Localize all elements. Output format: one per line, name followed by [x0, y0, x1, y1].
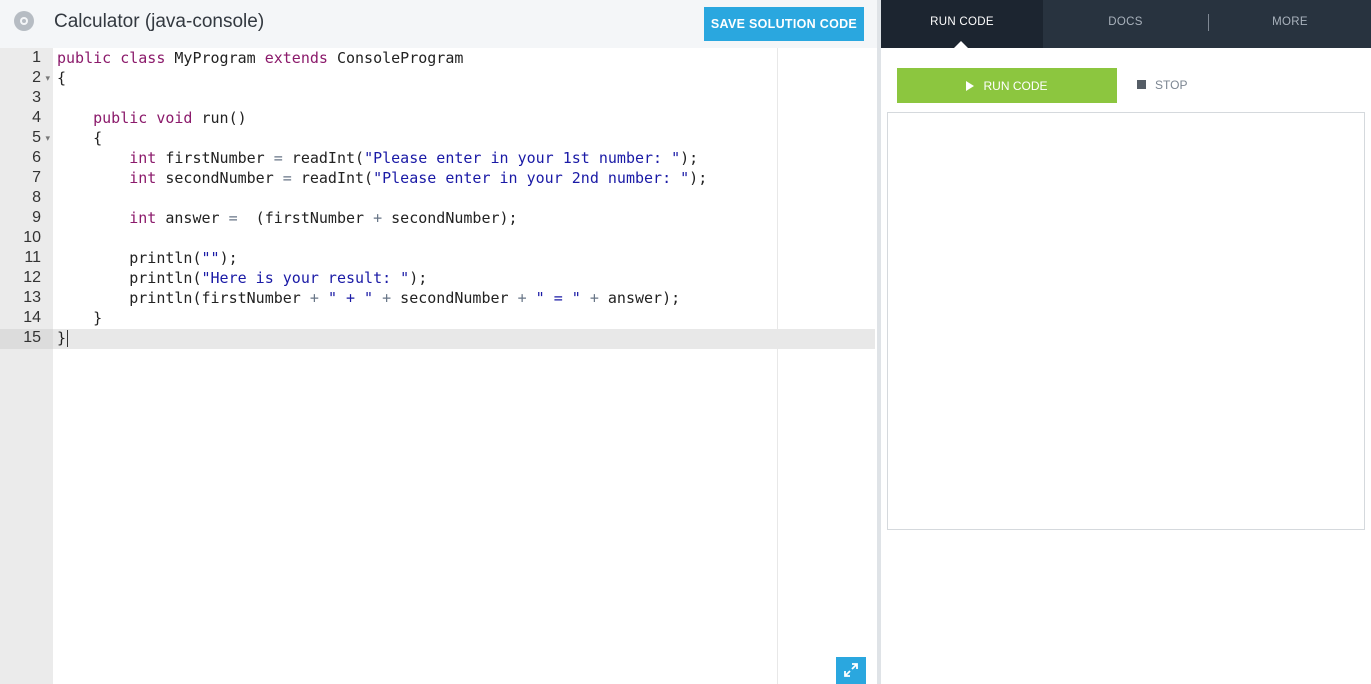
code-line[interactable]: println("Here is your result: "); [57, 268, 707, 288]
program-title: Calculator (java-console) [54, 11, 264, 33]
line-number: 13 [0, 288, 53, 308]
fold-arrow-icon[interactable]: ▾ [45, 68, 50, 88]
gear-icon[interactable] [14, 11, 34, 31]
code-line[interactable] [57, 228, 707, 248]
code-lines[interactable]: public class MyProgram extends ConsolePr… [57, 48, 707, 348]
play-icon [966, 81, 974, 91]
line-number: 14 [0, 308, 53, 328]
expand-editor-button[interactable] [836, 657, 866, 684]
run-code-label: RUN CODE [983, 79, 1047, 93]
print-margin [777, 48, 778, 684]
tab-bar: RUN CODE DOCS MORE [881, 0, 1371, 48]
line-number: 12 [0, 268, 53, 288]
line-number: 10 [0, 228, 53, 248]
code-line[interactable]: } [57, 328, 707, 348]
tab-more[interactable]: MORE [1209, 0, 1371, 48]
editor-header: Calculator (java-console) SAVE SOLUTION … [0, 0, 877, 48]
save-solution-code-button[interactable]: SAVE SOLUTION CODE [704, 7, 864, 41]
expand-arrows-icon [844, 663, 858, 677]
tab-docs[interactable]: DOCS [1043, 0, 1208, 48]
tab-run-code[interactable]: RUN CODE [881, 0, 1043, 48]
line-number: 9 [0, 208, 53, 228]
run-pane: RUN CODE DOCS MORE RUN CODE STOP [881, 0, 1371, 684]
code-line[interactable]: { [57, 68, 707, 88]
line-number: 2▾ [0, 68, 53, 88]
code-line[interactable]: println(firstNumber + " + " + secondNumb… [57, 288, 707, 308]
code-line[interactable]: println(""); [57, 248, 707, 268]
line-number: 15 [0, 328, 53, 348]
line-number: 6 [0, 148, 53, 168]
code-line[interactable]: int secondNumber = readInt("Please enter… [57, 168, 707, 188]
line-number: 3 [0, 88, 53, 108]
fold-arrow-icon[interactable]: ▾ [45, 128, 50, 148]
code-line[interactable]: public void run() [57, 108, 707, 128]
editor-pane: Calculator (java-console) SAVE SOLUTION … [0, 0, 877, 684]
stop-label: STOP [1155, 78, 1187, 92]
code-line[interactable]: } [57, 308, 707, 328]
text-cursor [67, 330, 68, 347]
run-code-button[interactable]: RUN CODE [897, 68, 1117, 103]
code-line[interactable]: int firstNumber = readInt("Please enter … [57, 148, 707, 168]
line-number: 11 [0, 248, 53, 268]
code-line[interactable]: int answer = (firstNumber + secondNumber… [57, 208, 707, 228]
line-number: 7 [0, 168, 53, 188]
code-line[interactable] [57, 188, 707, 208]
line-number: 1 [0, 48, 53, 68]
stop-square-icon [1137, 80, 1146, 89]
line-number: 8 [0, 188, 53, 208]
code-line[interactable]: { [57, 128, 707, 148]
code-line[interactable] [57, 88, 707, 108]
line-numbers: 1 2▾ 3 4 5▾ 6 7 8 9 10 11 12 13 14 15 [0, 48, 53, 348]
line-number: 5▾ [0, 128, 53, 148]
stop-button[interactable]: STOP [1137, 77, 1187, 93]
code-line[interactable]: public class MyProgram extends ConsolePr… [57, 48, 707, 68]
console-output[interactable] [887, 112, 1365, 530]
line-number: 4 [0, 108, 53, 128]
